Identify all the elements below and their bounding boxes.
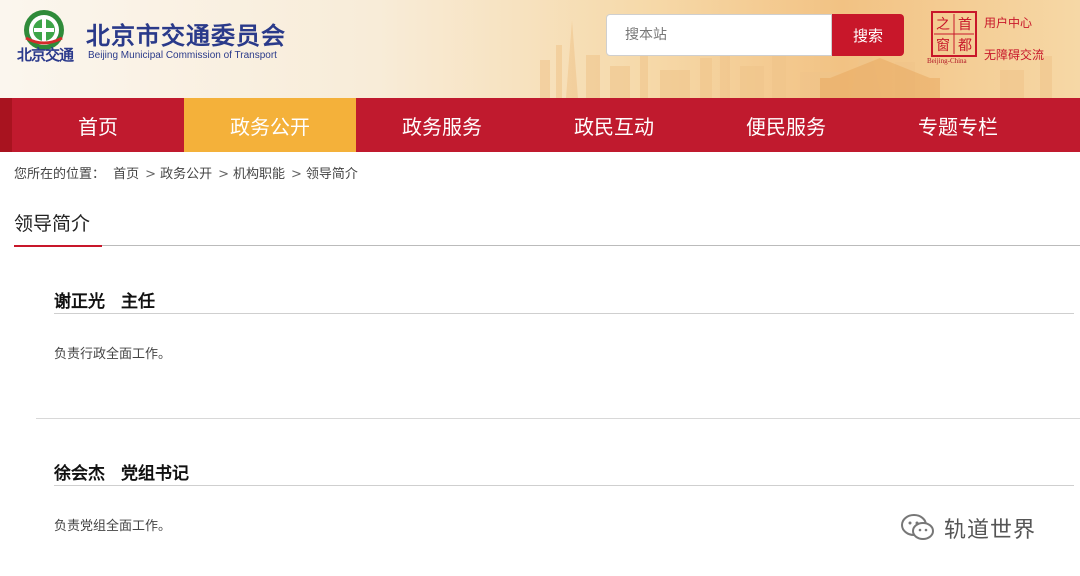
breadcrumb-separator: > (145, 167, 157, 182)
breadcrumb-item[interactable]: 首页 (113, 167, 139, 182)
accessibility-link[interactable]: 无障碍交流 (984, 46, 1044, 63)
search-field[interactable] (606, 14, 832, 56)
leader-description: 负责党组全面工作。 (54, 519, 172, 534)
logo-text: 北京交通 (16, 46, 74, 64)
nav-items: 首页 政务公开 政务服务 政民互动 便民服务 专题专栏 (12, 98, 1044, 152)
nav-item[interactable]: 首页 (12, 98, 184, 152)
nav-item[interactable]: 政民互动 (528, 98, 700, 152)
leader-entry: 谢正光 主任 负责行政全面工作。 (54, 287, 1074, 362)
seal-char: 都 (958, 38, 972, 54)
seal-char: 首 (958, 17, 972, 33)
main-nav: 首页 政务公开 政务服务 政民互动 便民服务 专题专栏 (0, 98, 1080, 152)
breadcrumb-separator: > (291, 167, 302, 182)
search-button[interactable]: 搜索 (832, 14, 904, 56)
capital-window-seal-icon[interactable]: 之 首 窗 都 (930, 10, 978, 60)
leader-divider (54, 313, 1074, 314)
seal-char: 窗 (936, 37, 950, 54)
title-divider (102, 245, 1080, 246)
nav-item[interactable]: 政务公开 (184, 98, 356, 152)
user-center-link[interactable]: 用户中心 (984, 14, 1032, 31)
leader-divider (54, 485, 1074, 486)
nav-accent (0, 98, 12, 152)
leader-description: 负责行政全面工作。 (54, 347, 172, 362)
breadcrumb-prefix: 您所在的位置： (14, 167, 106, 182)
watermark: 轨道世界 (900, 512, 1036, 544)
leader-heading: 谢正光 主任 (54, 287, 1074, 312)
site-subtitle: Beijing Municipal Commission of Transpor… (88, 50, 277, 61)
seal-char: 之 (936, 17, 950, 33)
nav-item[interactable]: 便民服务 (700, 98, 872, 152)
wechat-icon (901, 514, 934, 540)
leader-heading: 徐会杰 党组书记 (54, 459, 1074, 484)
leader-name: 谢正光 (54, 292, 105, 312)
nav-item[interactable]: 专题专栏 (872, 98, 1044, 152)
site-header: 北京交通 北京市交通委员会 Beijing Municipal Commissi… (0, 0, 1080, 98)
page-title: 领导简介 (14, 213, 91, 235)
leader-title: 主任 (121, 292, 155, 312)
breadcrumb-item[interactable]: 领导简介 (306, 167, 358, 182)
entry-separator (36, 418, 1080, 419)
breadcrumb: 您所在的位置： 首页 > 政务公开 > 机构职能 > 领导简介 (14, 163, 366, 182)
watermark-text: 轨道世界 (944, 518, 1037, 543)
breadcrumb-item[interactable]: 机构职能 (233, 167, 285, 182)
nav-item[interactable]: 政务服务 (356, 98, 528, 152)
search-input[interactable] (625, 27, 755, 43)
leader-name: 徐会杰 (54, 464, 105, 484)
breadcrumb-item[interactable]: 政务公开 (160, 167, 212, 182)
breadcrumb-separator: > (218, 167, 229, 182)
leader-entry: 徐会杰 党组书记 负责党组全面工作。 (54, 459, 1074, 534)
seal-caption: Beijing-China (927, 57, 967, 65)
title-underline (14, 245, 102, 247)
leader-title: 党组书记 (121, 464, 189, 484)
site-title[interactable]: 北京市交通委员会 (86, 16, 286, 51)
